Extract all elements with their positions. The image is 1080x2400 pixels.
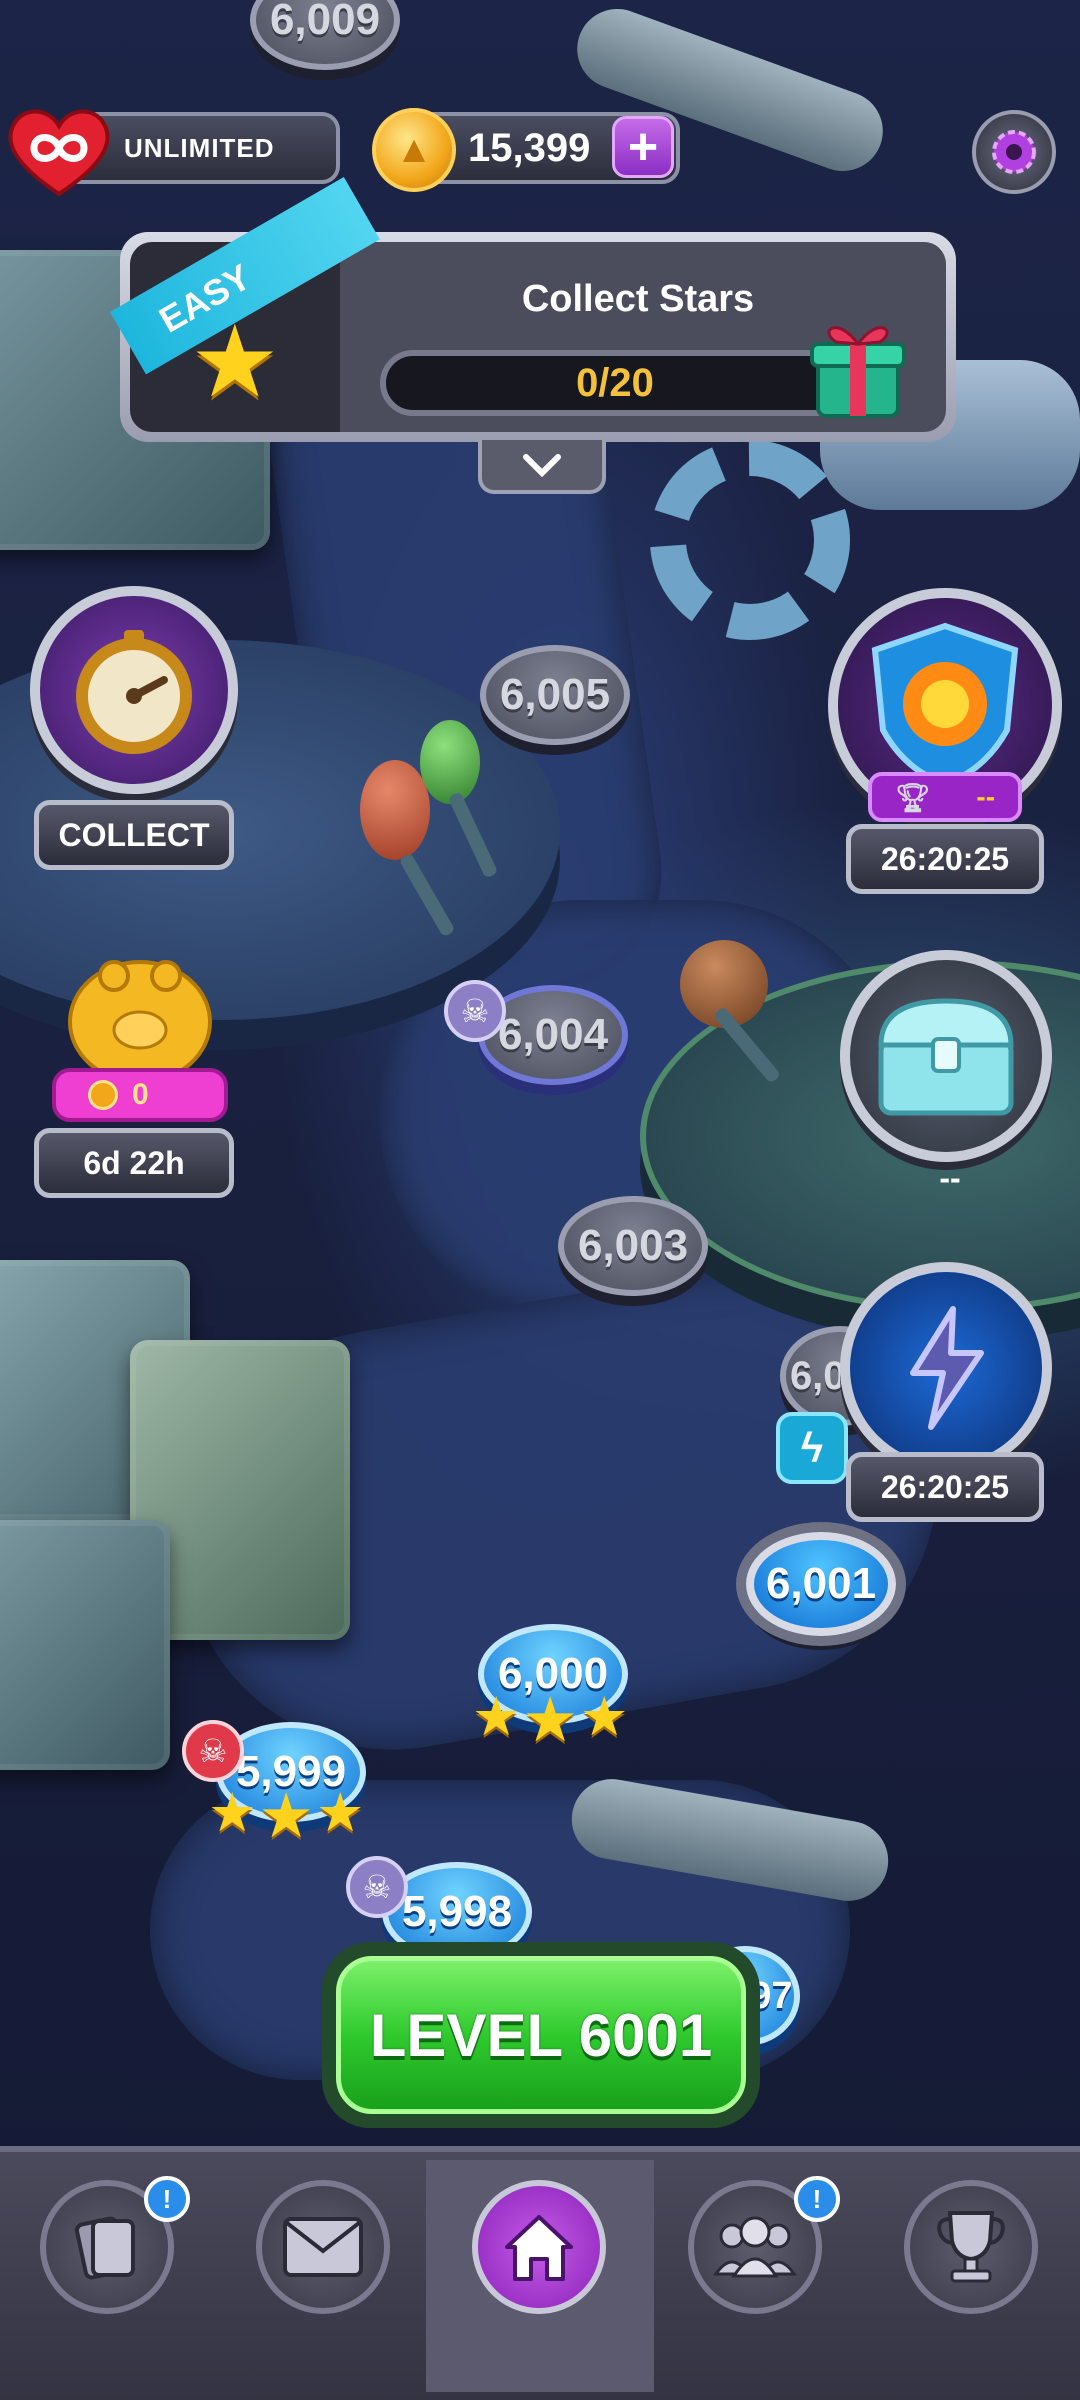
lightning-bubble-icon: ϟ xyxy=(776,1412,848,1484)
trophy-icon xyxy=(937,2211,1005,2283)
lightning-event-widget[interactable] xyxy=(840,1262,1052,1474)
lives-label: UNLIMITED xyxy=(124,132,275,163)
plus-icon: + xyxy=(627,118,659,176)
coin-count: 15,399 xyxy=(468,125,591,170)
mail-icon xyxy=(283,2217,363,2277)
lightning-timer: 26:20:25 xyxy=(846,1452,1044,1522)
timer-reward-widget[interactable] xyxy=(30,586,238,794)
team-icon xyxy=(713,2216,797,2278)
piggy-amount: 0 xyxy=(132,1078,149,1111)
shield-fire-icon xyxy=(871,622,1019,788)
level-stars: ★ ★ ★ xyxy=(472,1690,628,1752)
skull-icon: ☠ xyxy=(444,980,506,1042)
stopwatch-icon xyxy=(76,630,192,754)
lightning-icon xyxy=(910,1306,984,1430)
cards-icon xyxy=(74,2216,135,2280)
level-node[interactable]: 6,003 xyxy=(558,1196,708,1296)
infinity-heart-icon xyxy=(4,102,114,202)
bottom-nav: ! ! xyxy=(0,2146,1080,2400)
settings-icon xyxy=(992,130,1036,174)
star-icon: ★ xyxy=(258,1782,315,1851)
quest-progress-bar: 0/20 xyxy=(380,350,850,416)
coin-icon: ▲ xyxy=(372,108,456,192)
skull-icon: ☠ xyxy=(182,1720,244,1782)
play-level-label: LEVEL 6001 xyxy=(369,2001,713,2069)
star-icon: ★ xyxy=(208,1783,257,1843)
quest-progress-text: 0/20 xyxy=(576,360,654,405)
star-icon: ★ xyxy=(580,1687,629,1747)
star-icon: ★ xyxy=(522,1686,579,1755)
league-rank-pill: 🏆︎ -- xyxy=(868,772,1022,822)
add-coins-button[interactable]: + xyxy=(612,116,674,178)
collect-button[interactable]: COLLECT xyxy=(34,800,234,870)
level-node-current[interactable]: 6,001 xyxy=(746,1532,896,1636)
skull-icon: ☠ xyxy=(346,1856,408,1918)
piggy-timer: 6d 22h xyxy=(34,1128,234,1198)
home-icon xyxy=(505,2215,573,2281)
star-icon: ★ xyxy=(316,1783,365,1843)
play-level-button[interactable]: LEVEL 6001 xyxy=(322,1942,760,2128)
trophy-icon: 🏆︎ xyxy=(894,781,931,813)
settings-button[interactable] xyxy=(972,110,1056,194)
chevron-down-icon xyxy=(523,454,561,477)
collapse-quest-button[interactable] xyxy=(478,440,606,494)
chest-label: -- xyxy=(939,1160,961,1196)
chest-widget[interactable] xyxy=(840,950,1052,1162)
star-icon: ★ xyxy=(472,1687,521,1747)
nav-inbox[interactable] xyxy=(256,2180,390,2314)
nav-home[interactable] xyxy=(472,2180,606,2314)
league-timer: 26:20:25 xyxy=(846,824,1044,894)
notification-badge: ! xyxy=(144,2176,190,2222)
notification-badge: ! xyxy=(794,2176,840,2222)
level-stars: ★ ★ ★ xyxy=(208,1786,364,1848)
piggy-coin-icon xyxy=(88,1080,118,1110)
level-node[interactable]: 6,005 xyxy=(480,645,630,745)
nav-leaderboard[interactable] xyxy=(904,2180,1038,2314)
piggy-bank-widget[interactable]: 0 xyxy=(40,930,240,1130)
gift-icon xyxy=(808,312,908,422)
chest-icon xyxy=(878,998,1014,1116)
